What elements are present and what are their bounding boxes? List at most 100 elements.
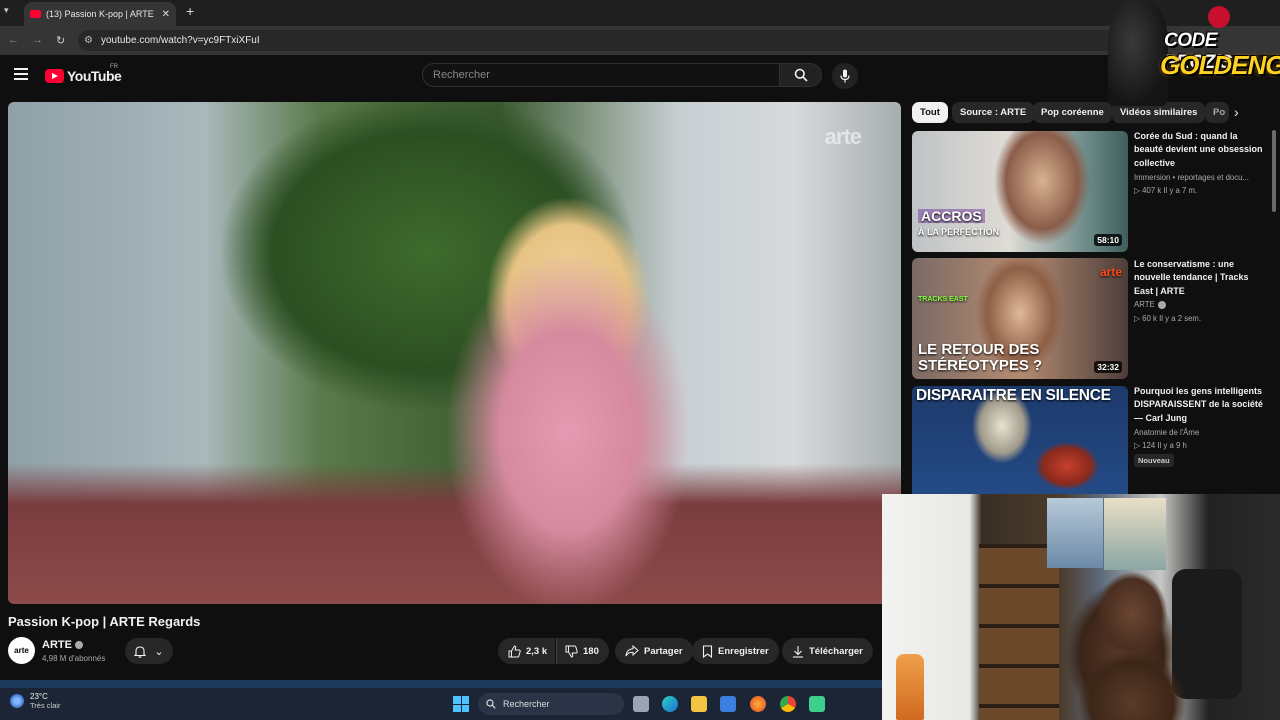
arte-watermark: arte: [824, 124, 862, 149]
new-tab-plus-icon[interactable]: +: [186, 3, 194, 19]
hamburger-menu-icon[interactable]: [14, 68, 28, 80]
channel-name-text: ARTE: [42, 639, 72, 651]
mascot-silhouette: [1108, 0, 1168, 106]
recommendation-meta: ▷ 60 k Il y a 2 sem.: [1134, 314, 1202, 323]
temperature: 23°C: [30, 692, 48, 701]
reload-icon[interactable]: ↻: [56, 34, 65, 47]
recommendation-meta: ▷ 407 k Il y a 7 m.: [1134, 186, 1198, 195]
search-input[interactable]: Rechercher: [422, 63, 780, 87]
thumbnail-overlay-small-text: TRACKS EAST: [918, 296, 968, 303]
thumbnail-brand: arte: [1099, 265, 1122, 279]
recommendation-title[interactable]: Corée du Sud : quand la beauté devient u…: [1134, 130, 1264, 170]
share-button[interactable]: Partager: [615, 638, 693, 664]
channel-name[interactable]: ARTE: [42, 639, 83, 651]
recommendation-channel[interactable]: ARTE: [1134, 300, 1166, 309]
sidebar-scrollbar[interactable]: [1272, 130, 1276, 212]
search-button[interactable]: [780, 63, 822, 87]
verified-badge-icon: [1157, 300, 1166, 309]
badge-red-circle: [1208, 6, 1230, 28]
search-placeholder: Rechercher: [433, 69, 490, 81]
url-text: youtube.com/watch?v=yc9FTxiXFuI: [100, 35, 260, 46]
video-duration: 58:10: [1094, 234, 1122, 246]
recommendation-title[interactable]: Le conservatisme : une nouvelle tendance…: [1134, 258, 1264, 298]
like-button[interactable]: 2,3 k: [498, 638, 556, 664]
overlay-goldeng-text: GOLDENG: [1160, 50, 1280, 80]
stream-logo-overlay: CODE PROZIS GOLDENG: [1108, 0, 1280, 106]
thumbnail-overlay-text: DISPARAITRE EN SILENCE: [916, 387, 1111, 404]
youtube-logo[interactable]: YouTube FR: [45, 64, 122, 84]
recommendation-meta: ▷ 124 Il y a 9 h: [1134, 441, 1187, 450]
thumbnail-overlay-text: ACCROS: [918, 209, 985, 223]
download-button[interactable]: Télécharger: [782, 638, 873, 664]
bell-icon: [134, 645, 147, 658]
video-player[interactable]: arte: [8, 102, 901, 604]
recommendation-thumbnail[interactable]: DISPARAITRE EN SILENCE: [912, 386, 1128, 494]
taskbar-search-label: Rechercher: [503, 699, 550, 709]
video-duration: 32:32: [1094, 361, 1122, 373]
webcam-overlay: [882, 494, 1280, 720]
page-strip-under-video: [0, 680, 882, 688]
voice-search-button[interactable]: [832, 63, 858, 89]
chevron-right-icon[interactable]: ›: [1234, 104, 1239, 120]
chrome-icon[interactable]: [780, 696, 796, 712]
task-view-icon[interactable]: [633, 696, 649, 712]
share-label: Partager: [644, 645, 683, 657]
tab-title: (13) Passion K-pop | ARTE Rega: [46, 9, 157, 19]
thumbnail-overlay-text: STÉRÉOTYPES ?: [918, 357, 1043, 374]
thumbs-up-icon: [508, 644, 521, 657]
recommendation-thumbnail[interactable]: ACCROS À LA PERFECTION 58:10: [912, 131, 1128, 252]
taskbar-search[interactable]: Rechercher: [478, 693, 624, 715]
notifications-button[interactable]: ⌄: [125, 638, 173, 664]
youtube-wordmark: YouTube: [67, 68, 122, 84]
youtube-favicon-icon: [30, 10, 41, 18]
youtube-play-icon: [45, 69, 64, 83]
weather-icon: [10, 694, 24, 708]
recommendation-channel-text: ARTE: [1134, 300, 1155, 309]
streamer: [1072, 554, 1192, 720]
thumbs-down-icon: [565, 645, 578, 658]
firefox-icon[interactable]: [750, 696, 766, 712]
browser-tab[interactable]: (13) Passion K-pop | ARTE Rega ✕: [24, 2, 176, 26]
weather-condition: Très clair: [30, 701, 61, 710]
dislike-count: 180: [583, 645, 599, 657]
subscriber-count: 4,98 M d'abonnés: [42, 654, 106, 663]
dislike-button[interactable]: 180: [556, 638, 609, 664]
recommendation-title[interactable]: Pourquoi les gens intelligents DISPARAIS…: [1134, 385, 1264, 425]
file-explorer-icon[interactable]: [691, 696, 707, 712]
microsoft-store-icon[interactable]: [720, 696, 736, 712]
site-settings-icon[interactable]: ⚙: [84, 35, 93, 46]
bookmark-icon: [702, 644, 713, 658]
weather-widget[interactable]: 23°C Très clair: [10, 692, 61, 710]
back-arrow-icon[interactable]: ←: [8, 34, 19, 46]
channel-avatar[interactable]: arte: [8, 637, 35, 664]
new-badge: Nouveau: [1134, 454, 1174, 467]
bottle: [896, 654, 924, 720]
download-label: Télécharger: [809, 645, 863, 657]
chip-kpop[interactable]: Pop coréenne: [1033, 102, 1112, 123]
download-icon: [793, 645, 803, 658]
chip-source-arte[interactable]: Source : ARTE: [952, 102, 1035, 123]
app-icon[interactable]: [809, 696, 825, 712]
chip-all[interactable]: Tout: [912, 102, 948, 123]
tab-list-chevron-icon[interactable]: ▾: [4, 5, 9, 16]
forward-arrow-icon[interactable]: →: [32, 34, 43, 46]
edge-browser-icon[interactable]: [662, 696, 678, 712]
recommendation-channel[interactable]: Anatomie de l'Âme: [1134, 428, 1199, 437]
thumbnail-overlay-subtext: À LA PERFECTION: [918, 227, 1000, 237]
like-count: 2,3 k: [526, 645, 548, 657]
windows-start-icon[interactable]: [453, 696, 469, 712]
search-icon: [794, 68, 808, 82]
close-tab-icon[interactable]: ✕: [162, 9, 170, 20]
bookshelf: [979, 544, 1059, 720]
share-arrow-icon: [625, 645, 639, 657]
channel-avatar-text: arte: [14, 646, 29, 655]
recommendation-channel[interactable]: Immersion • reportages et docu...: [1134, 173, 1249, 182]
chevron-down-icon: ⌄: [154, 645, 164, 658]
save-button[interactable]: Enregistrer: [692, 638, 779, 664]
taskbar-search-icon: [486, 699, 496, 709]
verified-badge-icon: [74, 641, 83, 649]
address-bar[interactable]: ⚙ youtube.com/watch?v=yc9FTxiXFuI: [78, 30, 1118, 51]
video-title: Passion K-pop | ARTE Regards: [8, 614, 201, 629]
thumbnail-overlay-text: LE RETOUR DES: [918, 341, 1040, 358]
recommendation-thumbnail[interactable]: arte TRACKS EAST LE RETOUR DES STÉRÉOTYP…: [912, 258, 1128, 379]
